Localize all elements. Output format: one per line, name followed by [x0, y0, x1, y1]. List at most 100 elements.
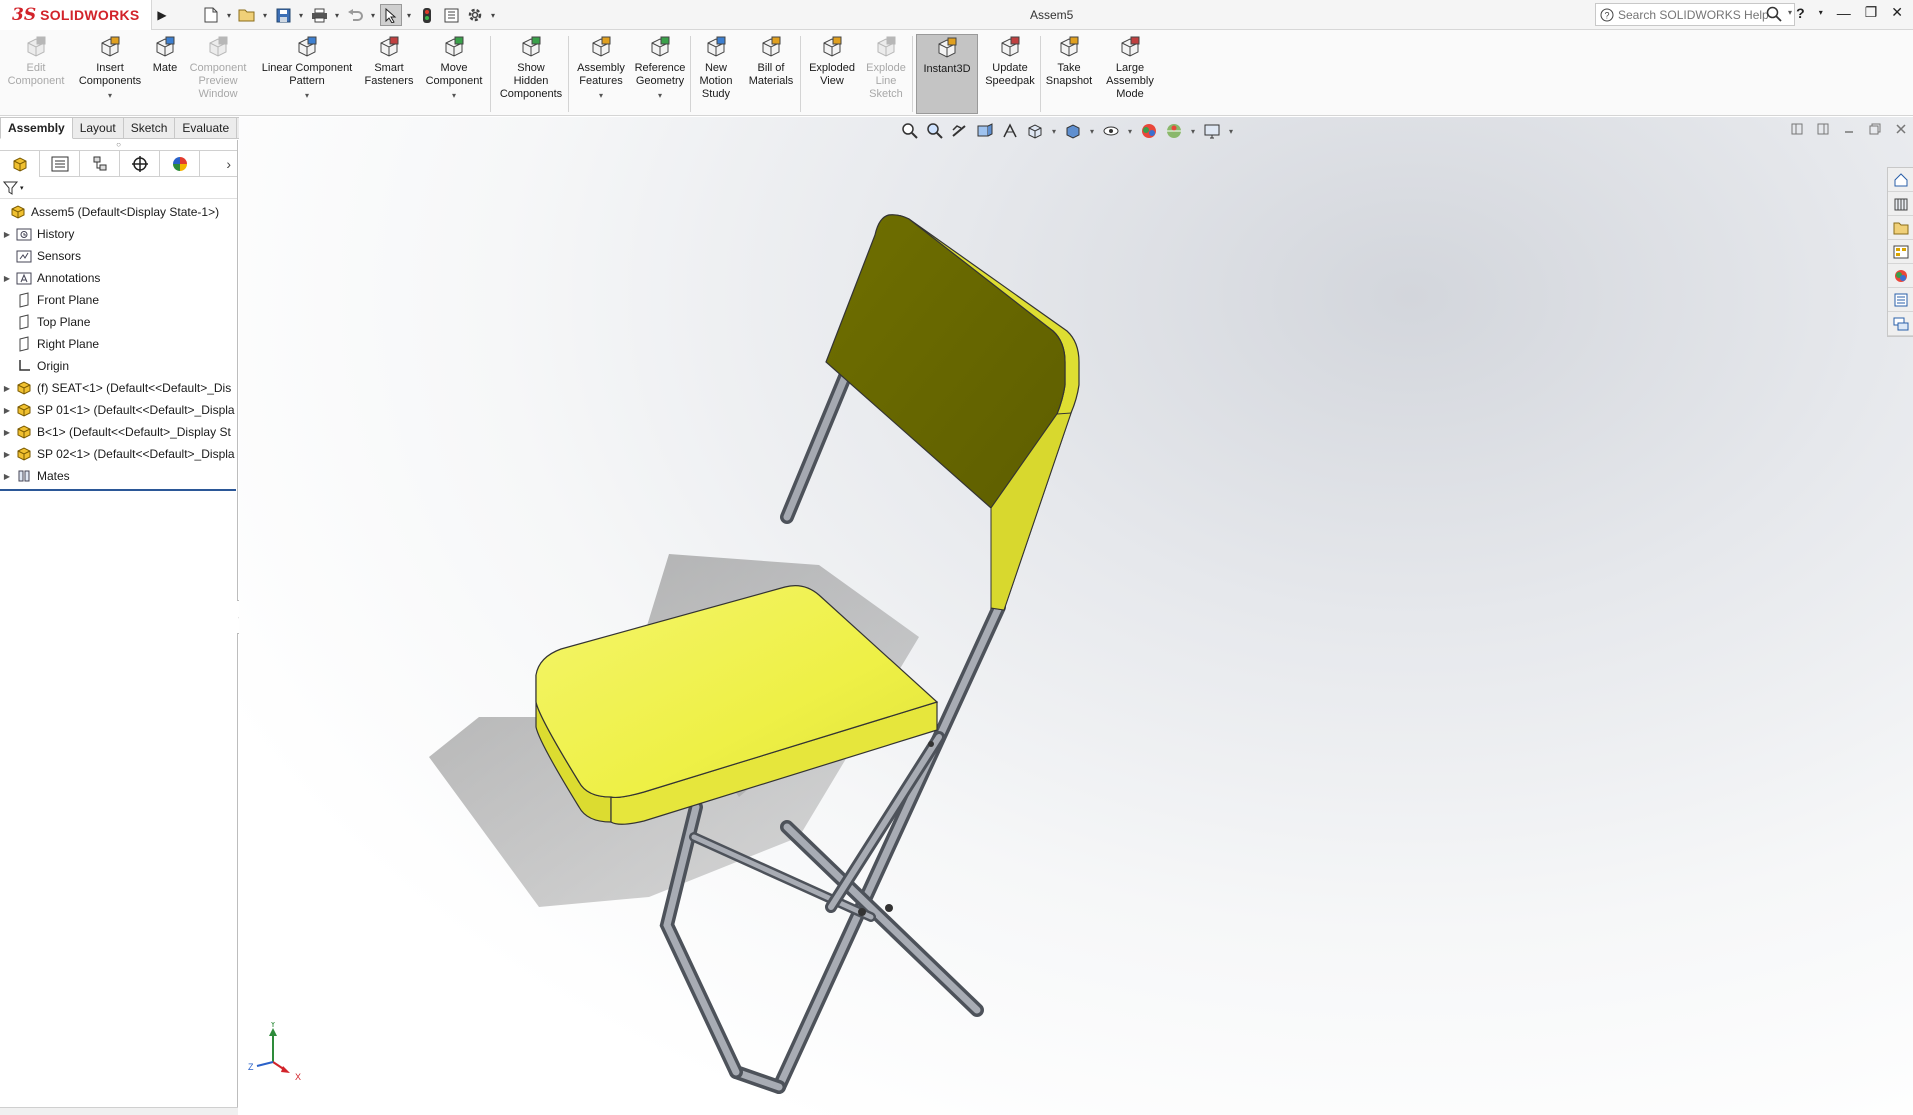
linear-component-pattern-button[interactable]: Linear Component Pattern ▾: [254, 34, 360, 114]
tree-item-annotations[interactable]: ▶ Annotations: [0, 267, 237, 289]
folding-chair-model[interactable]: [239, 117, 1913, 1115]
panel-horizontal-scrollbar[interactable]: [0, 1107, 238, 1115]
tree-filter[interactable]: ▾: [0, 177, 237, 199]
tab-sketch[interactable]: Sketch: [123, 117, 176, 139]
smart-fasteners-button[interactable]: Smart Fasteners: [362, 34, 416, 114]
rebuild-icon[interactable]: [416, 4, 438, 26]
tile-right-icon[interactable]: [1817, 123, 1829, 135]
view-palette-icon[interactable]: [1888, 240, 1913, 264]
zoom-to-fit-icon[interactable]: [899, 120, 921, 142]
options-gear-icon[interactable]: [464, 4, 486, 26]
apply-scene-dropdown-icon[interactable]: ▾: [1188, 127, 1198, 136]
file-properties-icon[interactable]: [440, 4, 462, 26]
expand-arrow-icon[interactable]: ▶: [0, 384, 14, 393]
show-hidden-components-button[interactable]: Show Hidden Components: [494, 34, 568, 114]
viewport-restore-icon[interactable]: [1869, 123, 1881, 135]
explode-line-sketch-button[interactable]: Explode Line Sketch: [862, 34, 910, 114]
help-button[interactable]: ?: [1796, 5, 1805, 21]
featuremanager-tab[interactable]: [0, 151, 40, 177]
propertymanager-tab[interactable]: [40, 151, 80, 177]
large-assembly-mode-button[interactable]: Large Assembly Mode: [1100, 34, 1160, 114]
search-icon[interactable]: [1766, 6, 1782, 22]
new-motion-study-button[interactable]: New Motion Study: [694, 34, 738, 114]
chevron-down-icon[interactable]: ▾: [658, 89, 662, 102]
chevron-down-icon[interactable]: ▾: [108, 89, 112, 102]
tree-item-b-1-default[interactable]: ▶ B<1> (Default<<Default>_Display St: [0, 421, 237, 443]
appearances-icon[interactable]: [1888, 264, 1913, 288]
view-settings-dropdown-icon[interactable]: ▾: [1226, 127, 1236, 136]
view-orientation-icon[interactable]: [1024, 120, 1046, 142]
tree-item-f-seat-1[interactable]: ▶ (f) SEAT<1> (Default<<Default>_Dis: [0, 377, 237, 399]
help-search-input[interactable]: [1618, 7, 1768, 22]
bill-of-materials-button[interactable]: Bill of Materials: [742, 34, 800, 114]
chevron-down-icon[interactable]: ▾: [452, 89, 456, 102]
more-tabs-chevron-icon[interactable]: ›: [200, 151, 237, 176]
custom-properties-icon[interactable]: [1888, 288, 1913, 312]
design-library-icon[interactable]: [1888, 192, 1913, 216]
undo-icon[interactable]: [344, 4, 366, 26]
component-preview-window-button[interactable]: Component Preview Window: [184, 34, 252, 114]
view-orientation-dropdown-icon[interactable]: ▾: [1049, 127, 1059, 136]
open-dropdown-icon[interactable]: ▾: [260, 4, 270, 26]
hide-show-items-icon[interactable]: [1100, 120, 1122, 142]
viewport-close-icon[interactable]: [1895, 123, 1907, 135]
tree-item-history[interactable]: ▶ History: [0, 223, 237, 245]
open-document-icon[interactable]: [236, 4, 258, 26]
tree-item-mates[interactable]: ▶ Mates: [0, 465, 237, 487]
mate-button[interactable]: Mate: [150, 34, 180, 114]
rollback-bar[interactable]: [0, 489, 236, 491]
tile-left-icon[interactable]: [1791, 123, 1803, 135]
edit-appearance-icon[interactable]: [1138, 120, 1160, 142]
configurationmanager-tab[interactable]: [80, 151, 120, 177]
file-explorer-icon[interactable]: [1888, 216, 1913, 240]
tree-item-top-plane[interactable]: Top Plane: [0, 311, 237, 333]
tree-root-assembly[interactable]: Assem5 (Default<Display State-1>): [0, 201, 237, 223]
tree-item-sp-02-1[interactable]: ▶ SP 02<1> (Default<<Default>_Displa: [0, 443, 237, 465]
hide-show-dropdown-icon[interactable]: ▾: [1125, 127, 1135, 136]
reference-geometry-button[interactable]: Reference Geometry ▾: [632, 34, 688, 114]
expand-arrow-icon[interactable]: ▶: [0, 472, 14, 481]
tree-item-right-plane[interactable]: Right Plane: [0, 333, 237, 355]
search-dropdown-icon[interactable]: ▾: [1788, 8, 1792, 17]
chevron-down-icon[interactable]: ▾: [599, 89, 603, 102]
minimize-icon[interactable]: —: [1837, 5, 1851, 21]
exploded-view-button[interactable]: Exploded View: [804, 34, 860, 114]
menu-expand-arrow-icon[interactable]: ▶: [154, 0, 170, 30]
help-search-box[interactable]: ? ▾: [1595, 3, 1795, 26]
displaymanager-tab[interactable]: [160, 151, 200, 177]
print-icon[interactable]: [308, 4, 330, 26]
expand-arrow-icon[interactable]: ▶: [0, 230, 14, 239]
filter-dropdown-icon[interactable]: ▾: [20, 184, 24, 192]
forum-icon[interactable]: [1888, 312, 1913, 336]
graphics-area[interactable]: ▾ ▾ ▾ ▾ ▾ Y X Z: [239, 117, 1913, 1115]
new-document-icon[interactable]: [200, 4, 222, 26]
select-pointer-icon[interactable]: [380, 4, 402, 26]
tab-assembly[interactable]: Assembly: [0, 117, 73, 139]
save-icon[interactable]: [272, 4, 294, 26]
edit-component-button[interactable]: Edit Component: [2, 34, 70, 114]
new-dropdown-icon[interactable]: ▾: [224, 4, 234, 26]
expand-arrow-icon[interactable]: ▶: [0, 406, 14, 415]
panel-grip[interactable]: ○: [0, 140, 237, 150]
tree-item-sensors[interactable]: Sensors: [0, 245, 237, 267]
tree-item-origin[interactable]: Origin: [0, 355, 237, 377]
chevron-down-icon[interactable]: ▾: [305, 89, 309, 102]
solidworks-resources-icon[interactable]: [1888, 168, 1913, 192]
apply-scene-icon[interactable]: [1163, 120, 1185, 142]
section-view-icon[interactable]: [974, 120, 996, 142]
assembly-features-button[interactable]: Assembly Features ▾: [572, 34, 630, 114]
update-speedpak-button[interactable]: Update Speedpak: [982, 34, 1038, 114]
view-settings-icon[interactable]: [1201, 120, 1223, 142]
insert-components-button[interactable]: Insert Components ▾: [72, 34, 148, 114]
display-style-dropdown-icon[interactable]: ▾: [1087, 127, 1097, 136]
tree-item-front-plane[interactable]: Front Plane: [0, 289, 237, 311]
display-style-icon[interactable]: [1062, 120, 1084, 142]
expand-arrow-icon[interactable]: ▶: [0, 274, 14, 283]
print-dropdown-icon[interactable]: ▾: [332, 4, 342, 26]
expand-arrow-icon[interactable]: ▶: [0, 428, 14, 437]
dynamic-annotation-icon[interactable]: [999, 120, 1021, 142]
select-dropdown-icon[interactable]: ▾: [404, 4, 414, 26]
help-dropdown-icon[interactable]: ▾: [1819, 8, 1823, 17]
restore-icon[interactable]: ❐: [1865, 4, 1878, 21]
tab-layout[interactable]: Layout: [72, 117, 124, 139]
